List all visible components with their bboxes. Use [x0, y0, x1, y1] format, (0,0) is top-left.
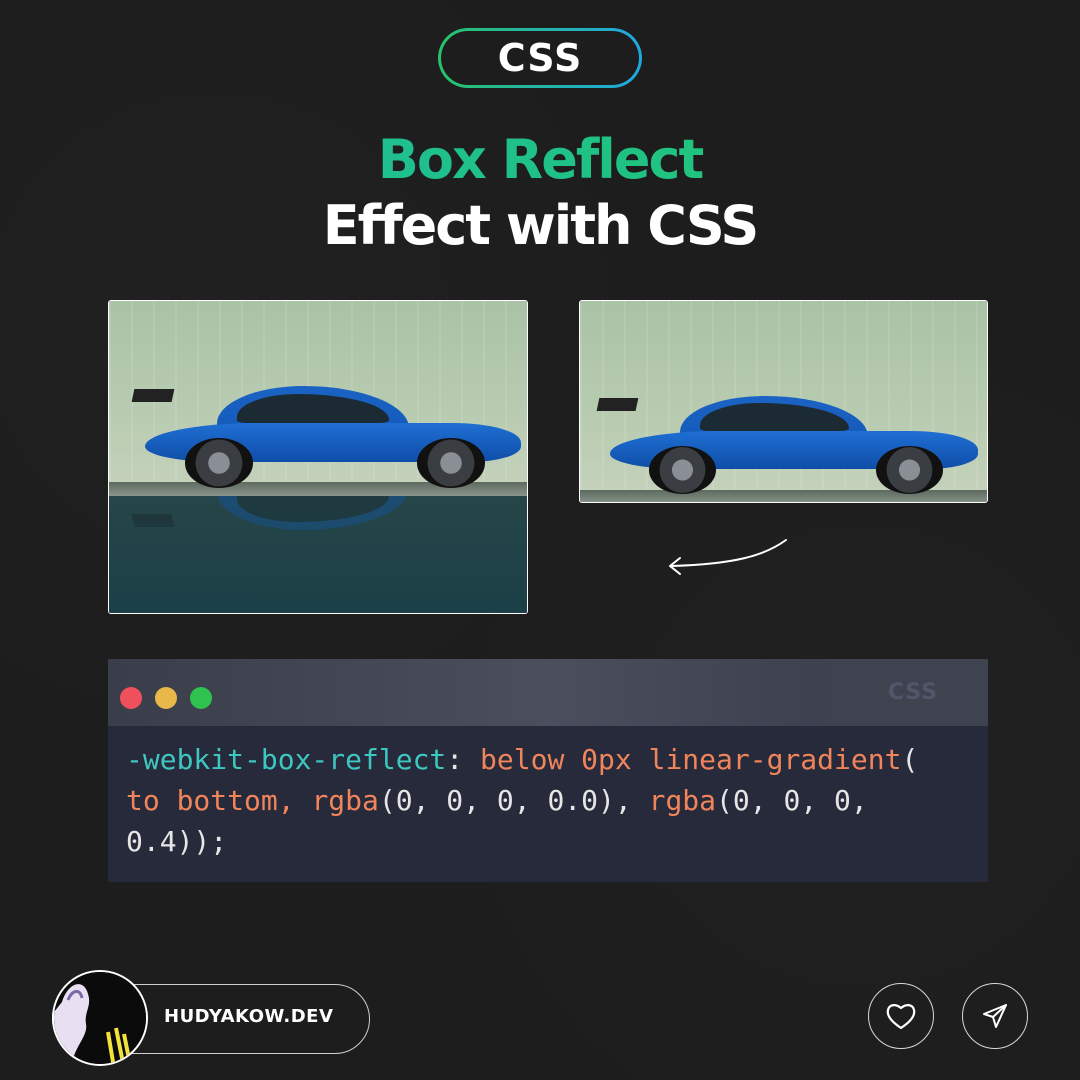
heart-icon — [886, 1004, 916, 1030]
avatar-portrait-icon — [54, 972, 146, 1064]
code-titlebar: CSS — [108, 659, 988, 726]
language-tab: CSS — [838, 659, 988, 726]
code-property: -webkit-box-reflect — [126, 743, 447, 776]
title-line-1: Box Reflect — [0, 128, 1080, 191]
maximize-dot-icon — [190, 687, 212, 709]
original-car-image — [579, 300, 988, 503]
avatar[interactable] — [52, 970, 148, 1066]
curved-arrow-icon — [669, 539, 787, 575]
code-value: below 0px linear-gradient — [480, 743, 902, 776]
close-dot-icon — [120, 687, 142, 709]
tag-label: CSS — [441, 31, 639, 85]
code-window: CSS -webkit-box-reflect: below 0px linea… — [108, 659, 988, 882]
css-tag-pill: CSS — [438, 28, 642, 88]
like-button[interactable] — [868, 983, 934, 1049]
share-button[interactable] — [962, 983, 1028, 1049]
car-illustration — [594, 373, 986, 499]
car-illustration — [129, 363, 527, 493]
code-snippet: -webkit-box-reflect: below 0px linear-gr… — [126, 743, 919, 858]
minimize-dot-icon — [155, 687, 177, 709]
title-line-2: Effect with CSS — [322, 194, 760, 257]
author-name[interactable]: HUDYAKOW.DEV — [164, 1006, 333, 1027]
reflected-car-image — [108, 300, 528, 614]
send-icon — [983, 1004, 1007, 1028]
